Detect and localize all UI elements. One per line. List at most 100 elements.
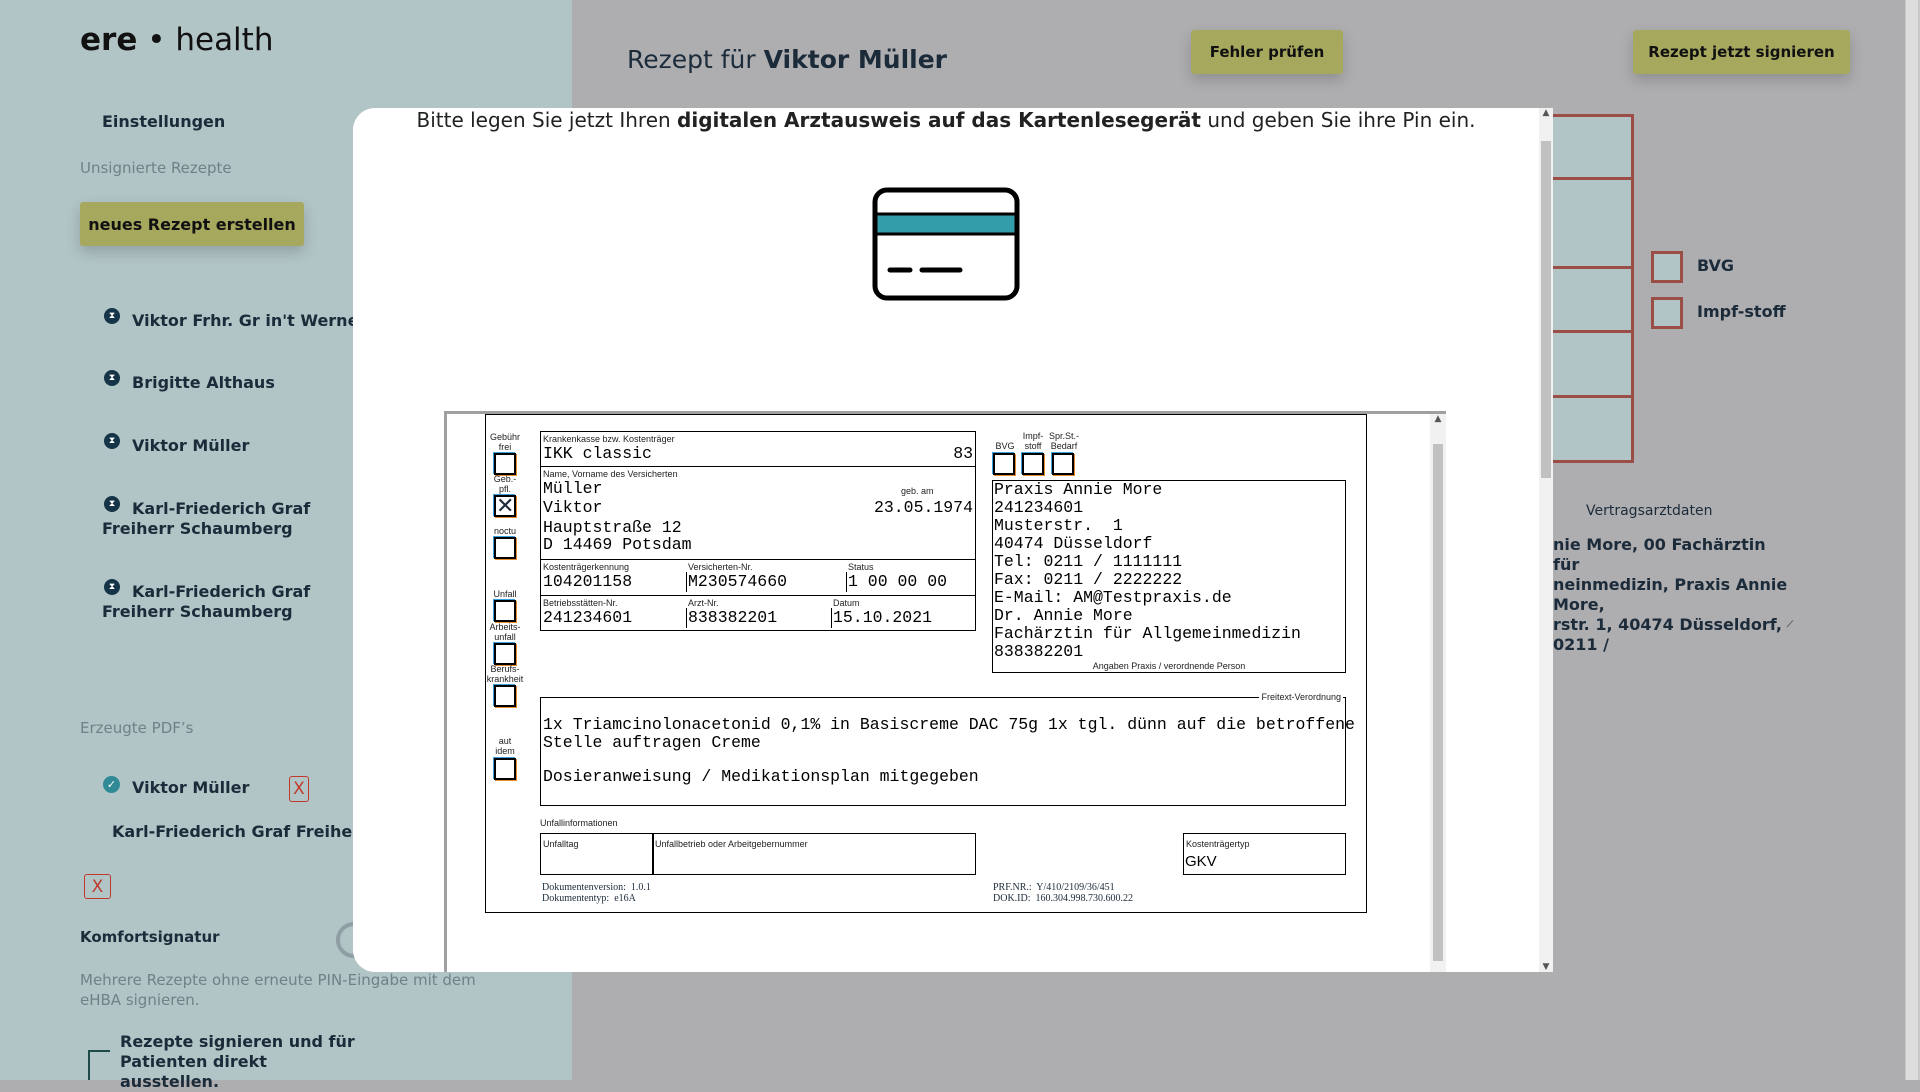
date-label: Datum [833, 598, 860, 608]
sign-issue-text: Rezepte signieren und für Patienten dire… [120, 1032, 355, 1091]
insurer-code: 83 [953, 444, 973, 463]
unsigned-heading: Unsignierte Rezepte [80, 159, 232, 177]
page-scrollbar[interactable] [1905, 0, 1920, 1080]
site-number-label: Betriebsstätten-Nr. [543, 598, 618, 608]
doctor-number-label: Arzt-Nr. [688, 598, 719, 608]
modal-instruction: Bitte legen Sie jetzt Ihren digitalen Ar… [416, 108, 1476, 132]
doctor-number-value: 838382201 [688, 608, 778, 627]
list-item-label: Karl-Friederich Graf Freiherr Schaumberg [102, 499, 311, 538]
hourglass-icon: ⧗ [104, 308, 120, 324]
accident-company-box: Unfallbetrieb oder Arbeitgebernummer [652, 833, 976, 875]
practice-line: E-Mail: AM@Testpraxis.de [994, 588, 1232, 607]
doctor-data-label: Vertragsarztdaten [1586, 503, 1713, 519]
payer-type-label: Kostenträgertyp [1186, 839, 1250, 849]
occupational-disease-label: Berufs-krankheit [486, 664, 524, 684]
settings-link[interactable]: Einstellungen [102, 112, 225, 131]
modal-scrollbar[interactable]: ▲ ▼ [1539, 108, 1553, 972]
page-title: Rezept für Viktor Müller [627, 45, 948, 74]
practice-line: 838382201 [994, 642, 1084, 661]
doc-type: Dokumententyp: e16A [542, 893, 636, 904]
demand-checkbox[interactable] [1052, 453, 1074, 475]
check-icon: ✓ [103, 776, 120, 793]
comfort-signature-description: Mehrere Rezepte ohne erneute PIN-Eingabe… [80, 971, 476, 1009]
accident-info-label: Unfallinformationen [540, 818, 618, 828]
signature-modal: Bitte legen Sie jetzt Ihren digitalen Ar… [353, 108, 1553, 972]
prescription-form: Gebühr frei Geb.-pfl. ✕ noctu Unfall Arb… [485, 414, 1367, 913]
check-errors-button[interactable]: Fehler prüfen [1191, 30, 1343, 74]
noctu-label: noctu [493, 526, 517, 536]
fee-required-label: Geb.-pfl. [493, 474, 517, 494]
remove-pdf-button[interactable]: X [84, 874, 111, 899]
work-accident-checkbox[interactable] [494, 643, 516, 665]
payer-type-box: Kostenträgertyp GKV [1183, 833, 1346, 875]
name-label: Name, Vorname des Versicherten [543, 469, 678, 479]
sign-prescription-button[interactable]: Rezept jetzt signieren [1633, 30, 1850, 74]
logo: ere • health [80, 22, 274, 58]
fee-free-label: Gebühr frei [489, 432, 521, 452]
insurer-label: Krankenkasse bzw. Kostenträger [543, 434, 675, 444]
practice-line: Tel: 0211 / 1111111 [994, 552, 1183, 571]
vaccine-label: Impf-stoff [1697, 302, 1786, 321]
freetext-label: Freitext-Verordnung [1259, 692, 1343, 702]
resize-handle-icon[interactable]: ⟋ [1787, 615, 1793, 635]
practice-line: 241234601 [994, 498, 1084, 517]
insured-number-label: Versicherten-Nr. [688, 562, 753, 572]
new-prescription-button[interactable]: neues Rezept erstellen [80, 202, 304, 246]
practice-line: Dr. Annie More [994, 606, 1133, 625]
accident-checkbox[interactable] [494, 600, 516, 622]
practice-line: Praxis Annie More [994, 480, 1163, 499]
accident-day-box: Unfalltag [540, 833, 654, 875]
practice-caption: Angaben Praxis / verordnende Person [1092, 661, 1246, 671]
payer-id-value: 104201158 [543, 572, 633, 591]
insured-number-value: M230574660 [688, 572, 788, 591]
freetext-line: 1x Triamcinolonacetonid 0,1% in Basiscre… [543, 715, 1355, 734]
bvg-label: BVG [1697, 256, 1735, 275]
bvg-label: BVG [995, 441, 1015, 451]
comfort-signature-title: Komfortsignatur [80, 928, 220, 946]
vaccine-label: Impf-stoff [1022, 431, 1044, 451]
occupational-disease-checkbox[interactable] [494, 685, 516, 707]
practice-line: Musterstr. 1 [994, 516, 1123, 535]
vaccine-checkbox[interactable] [1651, 297, 1683, 329]
hourglass-icon: ⧗ [104, 433, 120, 449]
firstname-value: Viktor [543, 498, 603, 517]
practice-line: Fachärztin für Allgemeinmedizin [994, 624, 1301, 643]
date-value: 15.10.2021 [833, 608, 933, 627]
practice-box: Praxis Annie More 241234601 Musterstr. 1… [992, 480, 1346, 673]
freetext-line: Dosieranweisung / Medikationsplan mitgeg… [543, 767, 979, 786]
practice-line: Fax: 0211 / 2222222 [994, 570, 1183, 589]
remove-pdf-button[interactable]: X [289, 776, 309, 802]
fee-free-checkbox[interactable] [494, 453, 516, 475]
pdf-scrollbar[interactable]: ▲ [1430, 414, 1446, 972]
site-number-value: 241234601 [543, 608, 633, 627]
practice-line: 40474 Düsseldorf [994, 534, 1153, 553]
aut-idem-checkbox[interactable] [494, 758, 516, 780]
accident-label: Unfall [493, 589, 517, 599]
freetext-line: Stelle auftragen Creme [543, 733, 761, 752]
status-label: Status [848, 562, 874, 572]
list-item-label: Karl-Friederich Graf Freiherr Schaumberg [102, 582, 311, 621]
insurer-value: IKK classic [543, 444, 652, 463]
payer-id-label: Kostenträgerkennung [543, 562, 630, 572]
credit-card-icon [872, 187, 1020, 301]
vaccine-checkbox[interactable] [1022, 453, 1044, 475]
work-accident-label: Arbeits-unfall [489, 622, 521, 642]
fee-required-checkbox[interactable]: ✕ [494, 495, 516, 517]
accident-company-label: Unfallbetrieb oder Arbeitgebernummer [655, 839, 808, 849]
pdf-heading: Erzeugte PDF’s [80, 719, 194, 737]
bvg-checkbox[interactable] [1651, 251, 1683, 283]
form-grid [1553, 114, 1634, 463]
bvg-checkbox[interactable] [993, 453, 1015, 475]
accident-day-label: Unfalltag [543, 839, 579, 849]
noctu-checkbox[interactable] [494, 537, 516, 559]
hourglass-icon: ⧗ [104, 370, 120, 386]
payer-type-value: GKV [1185, 853, 1217, 870]
doctor-data-textarea[interactable]: nie More, 00 Fachärztin für neinmedizin, … [1553, 535, 1793, 654]
pdf-viewer: ▲ Gebühr frei Geb.-pfl. ✕ noctu Unfall A… [444, 411, 1446, 972]
dob-value: 23.05.1974 [873, 498, 973, 517]
dob-label: geb. am [901, 486, 934, 496]
surname-value: Müller [543, 479, 603, 498]
aut-idem-label: aut idem [495, 736, 515, 756]
freetext-box: Freitext-Verordnung 1x Triamcinolonaceto… [540, 692, 1355, 806]
demand-label: Spr.St.-Bedarf [1048, 431, 1079, 451]
